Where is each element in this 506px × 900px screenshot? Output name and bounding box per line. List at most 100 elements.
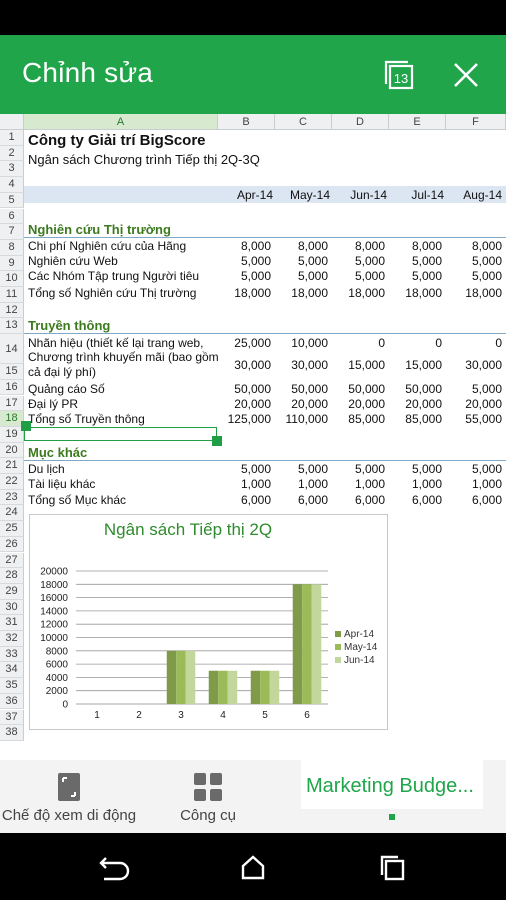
value-cell[interactable]: 1,000: [275, 477, 328, 491]
value-cell[interactable]: 6,000: [218, 493, 271, 507]
value-cell[interactable]: 5,000: [275, 269, 328, 283]
value-cell[interactable]: 6,000: [275, 493, 328, 507]
value-cell[interactable]: 5,000: [446, 269, 502, 283]
home-button[interactable]: [231, 850, 275, 884]
row-label[interactable]: Nghiên cứu Web: [28, 254, 118, 268]
budget-subtitle[interactable]: Ngân sách Chương trình Tiếp thị 2Q-3Q: [28, 152, 260, 167]
row-header-35[interactable]: 35: [0, 678, 24, 694]
column-header-b[interactable]: B: [218, 114, 275, 130]
value-cell[interactable]: 0: [389, 336, 442, 350]
row-header-27[interactable]: 27: [0, 552, 24, 569]
tools-tab[interactable]: Công cụ: [162, 760, 254, 833]
value-cell[interactable]: 5,000: [275, 462, 328, 476]
value-cell[interactable]: 18,000: [218, 286, 271, 300]
value-cell[interactable]: 0: [332, 336, 385, 350]
row-header-31[interactable]: 31: [0, 615, 24, 631]
row-header-29[interactable]: 29: [0, 583, 24, 600]
section-communications[interactable]: Truyền thông: [28, 318, 110, 333]
value-cell[interactable]: 6,000: [446, 493, 502, 507]
row-header-13[interactable]: 13: [0, 318, 24, 335]
value-cell[interactable]: 30,000: [446, 358, 502, 372]
value-cell[interactable]: 55,000: [446, 412, 502, 426]
row-header-5[interactable]: 5: [0, 192, 24, 209]
value-cell[interactable]: 15,000: [332, 358, 385, 372]
row-label[interactable]: Tổng số Mục khác: [28, 493, 126, 507]
value-cell[interactable]: 18,000: [446, 286, 502, 300]
row-header-15[interactable]: 15: [0, 364, 24, 380]
month-header-aug[interactable]: Aug-14: [446, 188, 502, 202]
value-cell[interactable]: 125,000: [218, 412, 271, 426]
row-header-6[interactable]: 6: [0, 208, 24, 225]
row-header-21[interactable]: 21: [0, 458, 24, 474]
value-cell[interactable]: 85,000: [389, 412, 442, 426]
row-header-20[interactable]: 20: [0, 442, 24, 459]
mobile-view-tab[interactable]: Chế độ xem di động: [0, 760, 138, 833]
value-cell[interactable]: 5,000: [389, 462, 442, 476]
sheet-tab-active[interactable]: Marketing Budge...: [301, 760, 483, 809]
column-header-a[interactable]: A: [24, 114, 218, 130]
value-cell[interactable]: 110,000: [275, 412, 329, 426]
month-header-apr[interactable]: Apr-14: [218, 188, 273, 202]
value-cell[interactable]: 20,000: [275, 397, 328, 411]
section-market-research[interactable]: Nghiên cứu Thị trường: [28, 222, 171, 237]
spreadsheet[interactable]: A B C D E F 1 2 3 4 5 6 7 8 9 10 11 12 13 14 15 16 17 18 1…: [0, 114, 506, 760]
chart[interactable]: Ngân sách Tiếp thị 2Q 20000 18000 16000 1400…: [29, 514, 388, 730]
value-cell[interactable]: 8,000: [332, 239, 385, 253]
row-header-30[interactable]: 30: [0, 599, 24, 616]
row-header-14[interactable]: 14: [0, 334, 24, 365]
row-label[interactable]: Tổng số Nghiên cứu Thị trường: [28, 286, 196, 300]
company-title[interactable]: Công ty Giải trí BigScore: [28, 132, 206, 149]
column-header-d[interactable]: D: [332, 114, 389, 130]
value-cell[interactable]: 5,000: [389, 254, 442, 268]
corner-cell[interactable]: [0, 114, 24, 130]
value-cell[interactable]: 85,000: [332, 412, 385, 426]
value-cell[interactable]: 5,000: [389, 269, 442, 283]
recent-apps-button[interactable]: [371, 850, 415, 884]
value-cell[interactable]: 6,000: [332, 493, 385, 507]
row-header-38[interactable]: 38: [0, 725, 24, 741]
row-header-37[interactable]: 37: [0, 709, 24, 726]
value-cell[interactable]: 5,000: [446, 254, 502, 268]
row-header-7[interactable]: 7: [0, 224, 24, 240]
selection-handle-end[interactable]: [212, 436, 222, 446]
value-cell[interactable]: 5,000: [446, 382, 502, 396]
row-header-36[interactable]: 36: [0, 693, 24, 710]
sheets-button[interactable]: 13: [375, 51, 423, 99]
row-header-1[interactable]: 1: [0, 130, 24, 146]
row-label[interactable]: Tài liệu khác: [28, 477, 95, 491]
value-cell[interactable]: 5,000: [332, 269, 385, 283]
value-cell[interactable]: 20,000: [332, 397, 385, 411]
row-label[interactable]: Quảng cáo Số: [28, 382, 105, 396]
value-cell[interactable]: 6,000: [389, 493, 442, 507]
row-label[interactable]: Các Nhóm Tập trung Người tiêu: [28, 269, 199, 283]
value-cell[interactable]: 5,000: [446, 462, 502, 476]
row-header-9[interactable]: 9: [0, 255, 24, 272]
value-cell[interactable]: 20,000: [218, 397, 271, 411]
row-header-4[interactable]: 4: [0, 177, 24, 193]
month-header-jul[interactable]: Jul-14: [389, 188, 444, 202]
row-header-32[interactable]: 32: [0, 631, 24, 647]
value-cell[interactable]: 5,000: [218, 254, 271, 268]
row-header-26[interactable]: 26: [0, 536, 24, 553]
value-cell[interactable]: 50,000: [332, 382, 385, 396]
value-cell[interactable]: 18,000: [389, 286, 442, 300]
row-label-continued[interactable]: cả đại lý phí): [28, 365, 96, 379]
value-cell[interactable]: 30,000: [218, 358, 271, 372]
row-header-22[interactable]: 22: [0, 474, 24, 490]
row-label[interactable]: Du lịch: [28, 462, 65, 476]
value-cell[interactable]: 8,000: [389, 239, 442, 253]
value-cell[interactable]: 1,000: [218, 477, 271, 491]
value-cell[interactable]: 50,000: [275, 382, 328, 396]
value-cell[interactable]: 50,000: [218, 382, 271, 396]
value-cell[interactable]: 15,000: [389, 358, 442, 372]
row-header-8[interactable]: 8: [0, 239, 24, 256]
month-header-jun[interactable]: Jun-14: [332, 188, 387, 202]
value-cell[interactable]: 5,000: [332, 462, 385, 476]
row-label[interactable]: Tổng số Truyền thông: [28, 412, 145, 426]
value-cell[interactable]: 8,000: [218, 239, 271, 253]
value-cell[interactable]: 5,000: [275, 254, 328, 268]
value-cell[interactable]: 5,000: [218, 269, 271, 283]
row-header-24[interactable]: 24: [0, 505, 24, 522]
value-cell[interactable]: 20,000: [446, 397, 502, 411]
row-label[interactable]: Chi phí Nghiên cứu của Hãng: [28, 239, 186, 253]
